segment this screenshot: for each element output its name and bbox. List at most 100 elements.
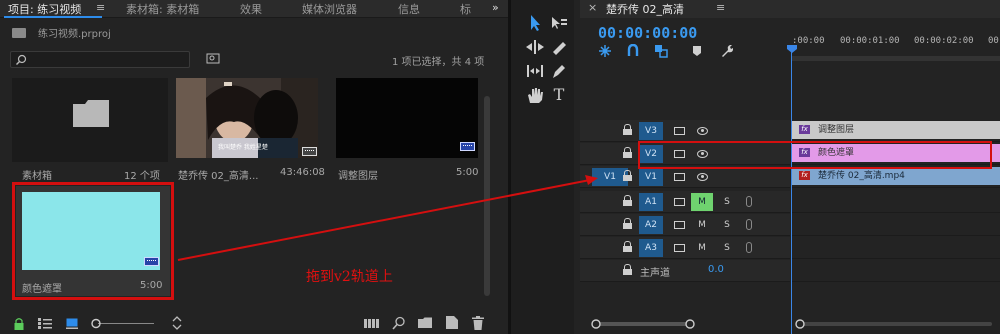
- panel-divider[interactable]: [508, 0, 510, 334]
- snap-icon[interactable]: [626, 44, 640, 58]
- mic-icon[interactable]: [746, 196, 752, 207]
- track-lock-icon[interactable]: [623, 241, 632, 252]
- track-lock-icon[interactable]: [623, 170, 632, 181]
- overflow-chevron-icon[interactable]: »: [492, 1, 499, 14]
- icon-view-icon[interactable]: [66, 318, 78, 329]
- mic-icon[interactable]: [746, 242, 752, 253]
- track-a3: A3 M S: [580, 237, 1000, 259]
- new-item-icon[interactable]: [446, 316, 458, 329]
- track-lane[interactable]: [791, 214, 1000, 236]
- bin-thumbnail[interactable]: [12, 78, 168, 162]
- item-name: 楚乔传 02_高清...: [178, 171, 259, 182]
- slip-tool-icon[interactable]: [525, 62, 545, 80]
- track-lock-icon[interactable]: [623, 124, 632, 135]
- playhead-timecode[interactable]: 00:00:00:00: [598, 24, 697, 42]
- fx-badge: fx: [799, 125, 810, 134]
- pen-tool-icon[interactable]: [549, 62, 569, 80]
- time-ruler[interactable]: :00:00 00:00:01:00 00:00:02:00 00:0: [792, 36, 1000, 58]
- highlight-box-matte: [12, 182, 174, 300]
- track-target[interactable]: V1: [639, 168, 663, 186]
- wrench-icon[interactable]: [720, 44, 734, 58]
- clip-adjustment-layer[interactable]: fx 调整图层: [791, 121, 1000, 139]
- track-header: A1 M S: [580, 191, 790, 213]
- type-tool-icon[interactable]: T: [549, 86, 569, 104]
- close-icon[interactable]: ×: [588, 1, 597, 14]
- master-volume[interactable]: 0.0: [708, 264, 724, 275]
- solo-button[interactable]: S: [720, 216, 734, 234]
- tab-bin[interactable]: 素材箱: 素材箱: [126, 1, 199, 17]
- track-lane[interactable]: [791, 191, 1000, 213]
- timeline-tab-bar: × 楚乔传 02_高清 ≡: [580, 0, 1000, 18]
- tab-markers[interactable]: 标: [460, 1, 471, 17]
- sync-lock-icon[interactable]: [674, 127, 685, 135]
- folder-icon: [73, 100, 109, 127]
- playhead-icon[interactable]: [786, 44, 798, 54]
- solo-button[interactable]: S: [720, 239, 734, 257]
- track-target[interactable]: V3: [639, 122, 663, 140]
- track-lock-icon[interactable]: [623, 147, 632, 158]
- eye-icon[interactable]: [697, 127, 708, 135]
- tab-effects[interactable]: 效果: [240, 1, 262, 17]
- fx-badge: fx: [799, 171, 810, 180]
- sync-lock-icon[interactable]: [674, 221, 685, 229]
- solo-button[interactable]: S: [720, 193, 734, 211]
- mute-button[interactable]: M: [691, 193, 713, 211]
- timeline-menu-icon[interactable]: ≡: [716, 1, 725, 14]
- sync-lock-icon[interactable]: [674, 173, 685, 181]
- razor-tool-icon[interactable]: [549, 38, 569, 56]
- tab-info[interactable]: 信息: [398, 1, 420, 17]
- sequence-badge-icon: [460, 142, 475, 151]
- track-lock-icon[interactable]: [623, 195, 632, 206]
- track-header: A3 M S: [580, 237, 790, 259]
- lock-icon[interactable]: [14, 317, 24, 330]
- work-area-bar[interactable]: [792, 56, 1000, 61]
- eye-icon[interactable]: [697, 173, 708, 181]
- tab-project[interactable]: 项目: 练习视频: [8, 1, 81, 17]
- project-panel: 项目: 练习视频 ≡ 素材箱: 素材箱 效果 媒体浏览器 信息 标 » 练习视频…: [0, 0, 508, 334]
- search-icon: [16, 54, 27, 65]
- automate-to-sequence-icon[interactable]: [364, 318, 380, 329]
- video-thumbnail[interactable]: 我叫楚乔 我姓星楚: [176, 78, 318, 158]
- track-target[interactable]: A3: [639, 239, 663, 257]
- track-select-tool-icon[interactable]: [549, 14, 569, 32]
- sync-lock-icon[interactable]: [674, 244, 685, 252]
- find-icon[interactable]: [392, 316, 406, 330]
- selection-tool-icon[interactable]: [525, 14, 545, 32]
- mic-icon[interactable]: [746, 219, 752, 230]
- tab-sequence[interactable]: 楚乔传 02_高清: [606, 1, 684, 17]
- trash-icon[interactable]: [472, 316, 484, 330]
- track-lock-icon[interactable]: [623, 218, 632, 229]
- mute-button[interactable]: M: [691, 216, 713, 234]
- sort-icon[interactable]: [172, 316, 182, 330]
- list-view-icon[interactable]: [38, 318, 52, 329]
- track-lane[interactable]: [791, 260, 1000, 282]
- selection-info: 1 项已选择，共 4 项: [392, 57, 485, 68]
- ripple-edit-tool-icon[interactable]: [525, 38, 545, 56]
- new-bin-icon[interactable]: [418, 317, 432, 328]
- item-name: 调整图层: [338, 171, 378, 182]
- panel-menu-icon[interactable]: ≡: [96, 1, 105, 14]
- hand-tool-icon[interactable]: [525, 86, 545, 104]
- track-header: 主声道 0.0: [580, 260, 790, 282]
- vertical-scrollbar[interactable]: [484, 96, 490, 296]
- track-lane[interactable]: [791, 237, 1000, 259]
- video-subtitle: 我叫楚乔 我姓星楚: [218, 144, 268, 151]
- search-input[interactable]: [10, 51, 190, 68]
- timeline-zoom-scrollbar[interactable]: [590, 318, 696, 330]
- zoom-slider[interactable]: [90, 318, 154, 329]
- timeline-h-scrollbar[interactable]: [794, 318, 994, 330]
- master-label: 主声道: [640, 268, 670, 279]
- track-lock-icon[interactable]: [623, 264, 632, 275]
- new-bin-from-search-icon[interactable]: [206, 52, 220, 64]
- nest-toggle-icon[interactable]: [598, 44, 612, 58]
- sync-lock-icon[interactable]: [674, 198, 685, 206]
- clip-video[interactable]: fx 楚乔传 02_高清.mp4: [791, 167, 1000, 185]
- mute-button[interactable]: M: [691, 239, 713, 257]
- track-target[interactable]: A1: [639, 193, 663, 211]
- tab-media-browser[interactable]: 媒体浏览器: [302, 1, 357, 17]
- track-target[interactable]: A2: [639, 216, 663, 234]
- linked-selection-icon[interactable]: [654, 44, 668, 58]
- adjustment-layer-thumbnail[interactable]: [336, 78, 478, 158]
- add-marker-icon[interactable]: [692, 45, 702, 57]
- item-name: 素材箱: [22, 171, 52, 182]
